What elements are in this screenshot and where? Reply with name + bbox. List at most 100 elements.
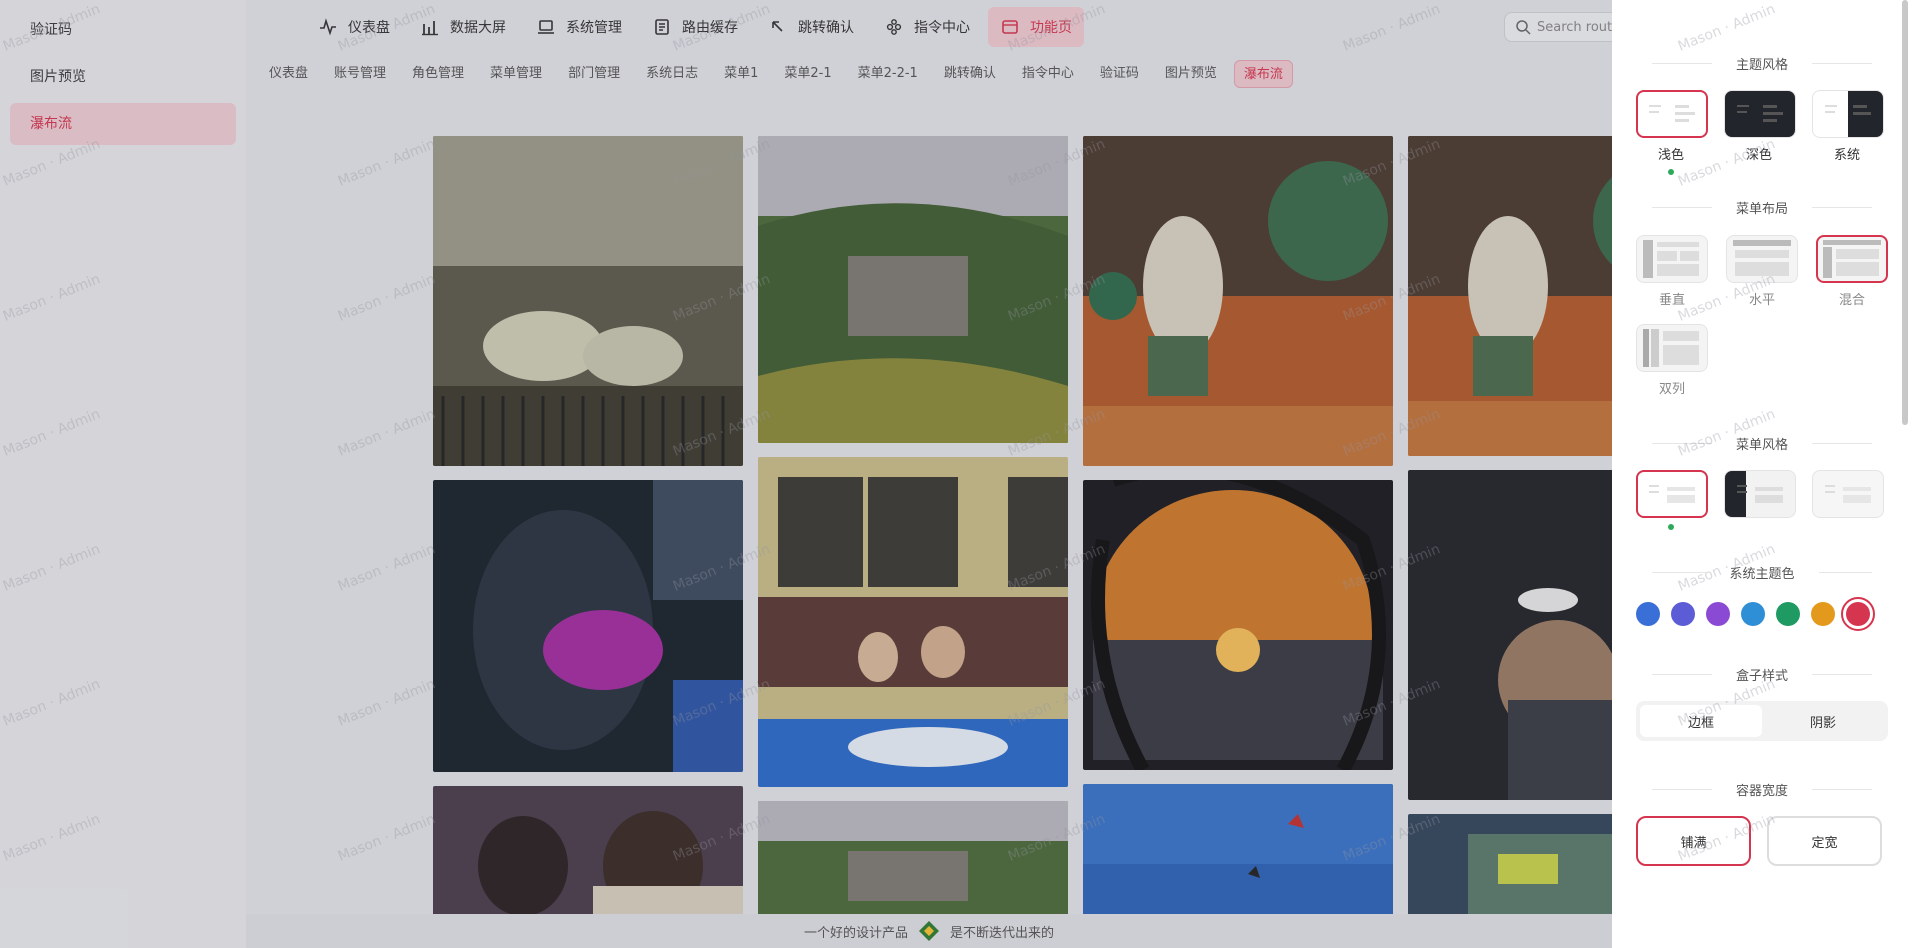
bar-chart-icon	[420, 17, 440, 37]
search-input[interactable]: Search route	[1504, 12, 1624, 42]
tab-account[interactable]: 账号管理	[325, 60, 395, 88]
layout-thumb-vertical	[1636, 235, 1708, 283]
color-swatch-sky[interactable]	[1741, 602, 1765, 626]
layout-label: 双列	[1658, 382, 1685, 397]
tab-menu[interactable]: 菜单管理	[481, 60, 551, 88]
theme-system[interactable]: 系统	[1812, 90, 1884, 175]
topnav-item-route-cache[interactable]: 路由缓存	[640, 7, 750, 47]
tab-captcha[interactable]: 验证码	[1091, 60, 1148, 88]
sidebar-item-image-preview[interactable]: 图片预览	[10, 56, 236, 98]
topnav-item-command-center[interactable]: 指令中心	[872, 7, 982, 47]
topnav-label: 数据大屏	[450, 20, 506, 36]
tab-dashboard[interactable]: 仪表盘	[260, 60, 317, 88]
waterfall-gallery	[246, 96, 1612, 914]
search-icon	[1515, 19, 1531, 35]
layout-label: 垂直	[1658, 293, 1685, 308]
topnav-item-system[interactable]: 系统管理	[524, 7, 634, 47]
layout-label: 水平	[1748, 293, 1775, 308]
tab-syslog[interactable]: 系统日志	[637, 60, 707, 88]
box-style-shadow[interactable]: 阴影	[1762, 705, 1884, 737]
width-full-button[interactable]: 铺满	[1636, 816, 1751, 866]
selected-indicator	[1668, 169, 1674, 175]
layout-icon	[1000, 17, 1020, 37]
color-swatch-purple[interactable]	[1706, 602, 1730, 626]
pulse-icon	[318, 17, 338, 37]
tab-command-center[interactable]: 指令中心	[1013, 60, 1083, 88]
layout-vertical[interactable]: 垂直	[1636, 235, 1708, 308]
container-width-title: 容器宽度	[1628, 779, 1896, 799]
theme-label: 浅色	[1657, 148, 1684, 163]
layout-thumb-horizontal	[1726, 235, 1798, 283]
theme-color-title: 系统主题色	[1628, 562, 1896, 582]
menu-style-thumb-design	[1812, 470, 1884, 518]
tab-menu2-2-1[interactable]: 菜单2-2-1	[849, 60, 927, 88]
topnav-label: 仪表盘	[348, 20, 390, 36]
gallery-image[interactable]	[1408, 470, 1612, 800]
layout-label: 混合	[1838, 293, 1865, 308]
drawer-scrollbar[interactable]	[1902, 0, 1908, 425]
tab-menu2-1[interactable]: 菜单2-1	[775, 60, 840, 88]
footer: 一个好的设计产品 是不断迭代出来的	[246, 914, 1612, 948]
footer-text-left: 一个好的设计产品	[803, 925, 908, 941]
settings-drawer: 主题风格 浅色 深色 系统 菜单布局 垂直 水平 混合 双列 菜单风格 系统主题…	[1612, 0, 1912, 948]
box-style-title: 盒子样式	[1628, 664, 1896, 684]
sidebar-item-waterfall[interactable]: 瀑布流	[10, 103, 236, 145]
menu-layout-title: 菜单布局	[1628, 197, 1896, 217]
layout-double-column[interactable]: 双列	[1636, 324, 1708, 397]
color-swatch-orange[interactable]	[1811, 602, 1835, 626]
topnav-item-feature-page[interactable]: 功能页	[988, 7, 1084, 47]
sidebar: 验证码 图片预览 瀑布流	[0, 0, 246, 948]
worktabs: 仪表盘 账号管理 角色管理 菜单管理 部门管理 系统日志 菜单1 菜单2-1 菜…	[246, 58, 1612, 90]
theme-color-picker	[1636, 597, 1888, 631]
topnav-label: 系统管理	[566, 20, 622, 36]
layout-thumb-mixed	[1816, 235, 1888, 283]
top-menu: 仪表盘 数据大屏 系统管理 路由缓存 跳转确认 指令中心 功能页	[246, 0, 1612, 54]
gallery-image[interactable]	[758, 457, 1068, 787]
topnav-item-data-screen[interactable]: 数据大屏	[408, 7, 518, 47]
tab-menu1[interactable]: 菜单1	[715, 60, 767, 88]
topnav-label: 跳转确认	[798, 20, 854, 36]
gallery-image[interactable]	[758, 136, 1068, 443]
arrow-up-left-icon	[768, 17, 788, 37]
color-swatch-red[interactable]	[1841, 597, 1875, 631]
gallery-image[interactable]	[758, 801, 1068, 914]
topnav-label: 功能页	[1030, 20, 1072, 36]
theme-dark[interactable]: 深色	[1724, 90, 1796, 175]
menu-style-thumb-light	[1636, 470, 1708, 518]
theme-thumb-system	[1812, 90, 1884, 138]
menu-style-light[interactable]	[1636, 470, 1708, 530]
tab-department[interactable]: 部门管理	[559, 60, 629, 88]
color-swatch-green[interactable]	[1776, 602, 1800, 626]
menu-style-thumb-dark	[1724, 470, 1796, 518]
color-swatch-blue[interactable]	[1636, 602, 1660, 626]
color-swatch-indigo[interactable]	[1671, 602, 1695, 626]
topnav-item-dashboard[interactable]: 仪表盘	[306, 7, 402, 47]
layout-mixed[interactable]: 混合	[1816, 235, 1888, 308]
gallery-image[interactable]	[1408, 814, 1612, 914]
gallery-image[interactable]	[1083, 784, 1393, 914]
tab-image-preview[interactable]: 图片预览	[1156, 60, 1226, 88]
width-fixed-button[interactable]: 定宽	[1767, 816, 1882, 866]
search-placeholder: Search route	[1537, 19, 1621, 35]
theme-light[interactable]: 浅色	[1636, 90, 1708, 175]
tab-redirect-confirm[interactable]: 跳转确认	[935, 60, 1005, 88]
layout-horizontal[interactable]: 水平	[1726, 235, 1798, 308]
gallery-image[interactable]	[433, 480, 743, 772]
box-style-border[interactable]: 边框	[1640, 705, 1762, 737]
tab-waterfall[interactable]: 瀑布流	[1233, 60, 1293, 88]
menu-style-title: 菜单风格	[1628, 433, 1896, 453]
gallery-image[interactable]	[1083, 480, 1393, 770]
topnav-item-redirect-confirm[interactable]: 跳转确认	[756, 7, 866, 47]
box-style-segment: 边框 阴影	[1636, 701, 1888, 741]
menu-style-design[interactable]	[1812, 470, 1884, 530]
sidebar-item-captcha[interactable]: 验证码	[10, 9, 236, 51]
laptop-icon	[536, 17, 556, 37]
theme-label: 系统	[1833, 148, 1860, 163]
gallery-image[interactable]	[1408, 136, 1612, 456]
gallery-image[interactable]	[1083, 136, 1393, 466]
gallery-image[interactable]	[433, 786, 743, 914]
theme-label: 深色	[1745, 148, 1772, 163]
tab-role[interactable]: 角色管理	[403, 60, 473, 88]
gallery-image[interactable]	[433, 136, 743, 466]
menu-style-dark[interactable]	[1724, 470, 1796, 530]
